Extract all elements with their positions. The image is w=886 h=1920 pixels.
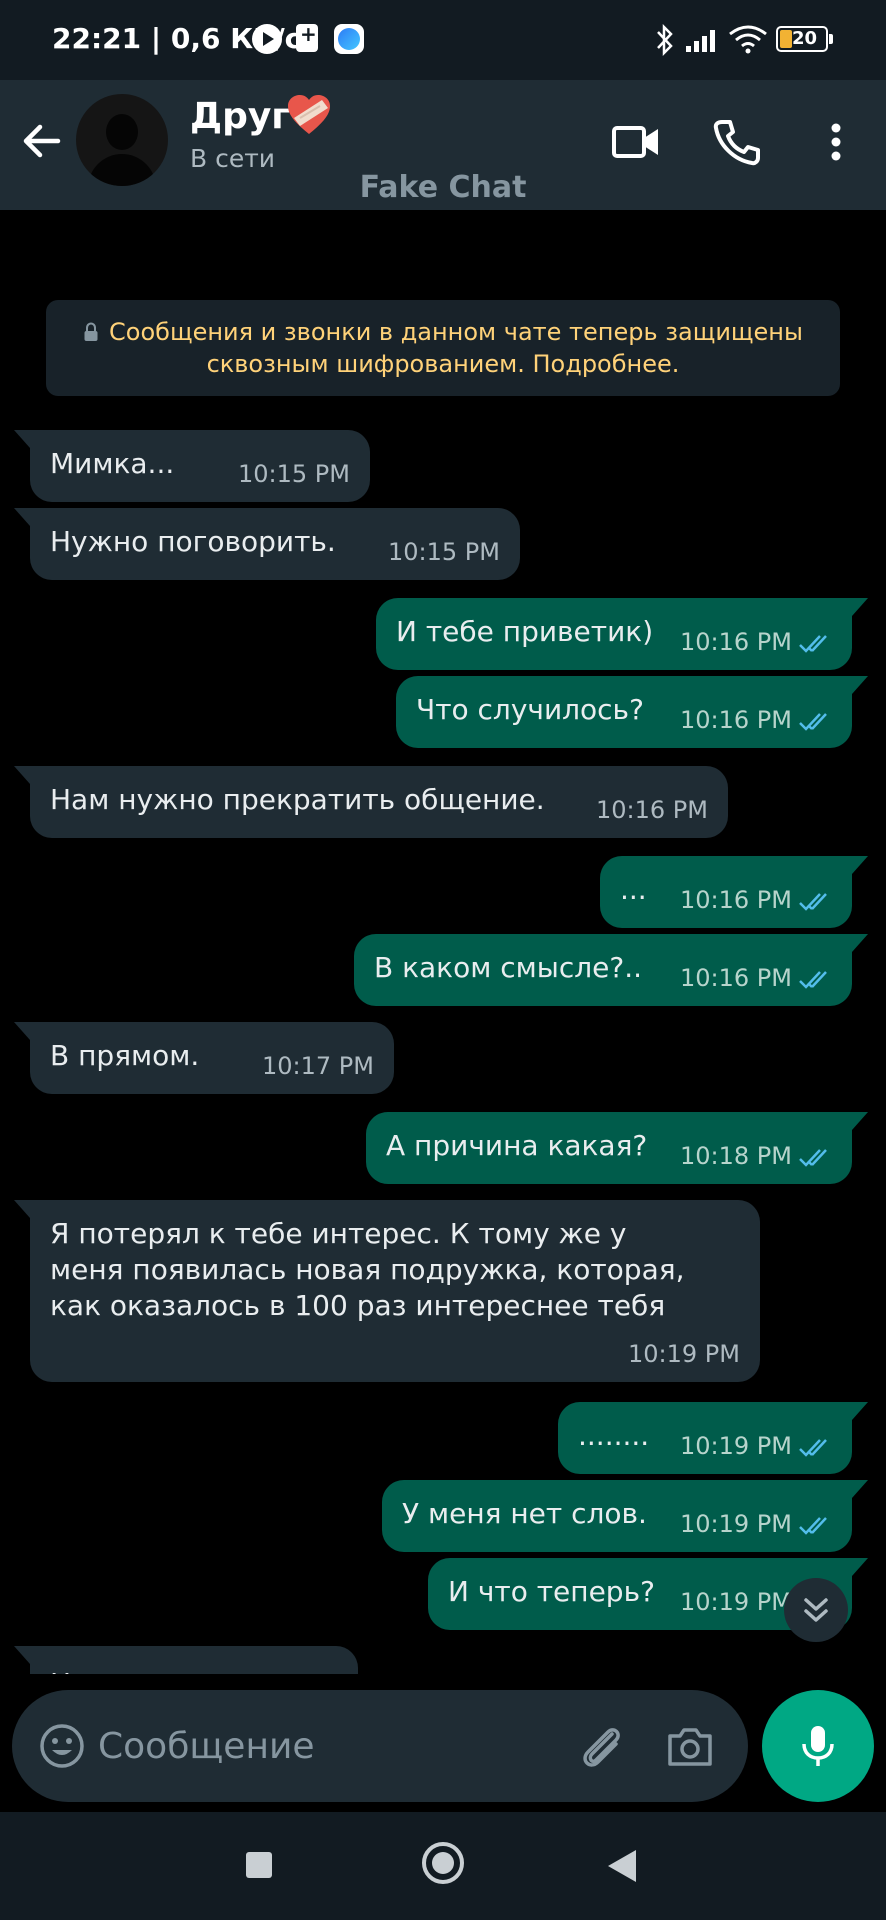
more-vert-icon[interactable] [808,114,864,170]
back-arrow-icon[interactable] [16,116,66,166]
message-time: 10:19 PM [680,1510,792,1538]
emoji-icon[interactable] [38,1722,86,1770]
read-ticks-icon [799,893,827,911]
watermark: Fake Chat [359,170,527,205]
message-time: 10:16 PM [680,886,792,914]
battery-icon: 20 [776,26,833,52]
message-bubble[interactable]: А причина какая? 10:18 PM [366,1112,868,1184]
message-bubble[interactable]: Что случилось? 10:16 PM [396,676,868,748]
message-text: Нужно поговорить. [50,525,336,558]
message-text: ... [620,873,647,906]
message-time: 10:17 PM [262,1052,374,1080]
message-bubble[interactable]: ........ 10:19 PM [558,1402,868,1474]
read-ticks-icon [799,1149,827,1167]
system-nav-bar [0,1812,886,1920]
message-text: В каком смысле?.. [374,951,643,984]
message-bubble[interactable]: Мимка... 10:15 PM [14,430,370,502]
app-icon [334,24,364,54]
status-bar: 22:21 | 0,6 КБ/с 20 [0,0,886,80]
phone-call-icon[interactable] [708,114,764,170]
message-bubble[interactable]: У меня нет слов. 10:19 PM [382,1480,868,1552]
read-ticks-icon [799,635,827,653]
notice-text-line2: сквозным шифрованием. Подробнее. [206,350,680,378]
message-time: 10:19 PM [680,1432,792,1460]
scroll-to-bottom-button[interactable] [784,1578,848,1642]
message-bubble[interactable]: Я потерял к тебе интерес. К тому же у ме… [14,1200,760,1382]
message-time: 10:16 PM [596,796,708,824]
message-text: Мимка... [50,447,175,480]
battery-level: 20 [792,28,818,49]
message-bubble[interactable]: В прямом. 10:17 PM [14,1022,394,1094]
play-icon [252,24,282,54]
message-time: 10:19 PM [680,1588,792,1616]
message-input-bar [12,1690,748,1802]
lock-icon [84,322,98,341]
message-bubble[interactable]: ... 10:16 PM [600,856,868,928]
sim-icon [296,22,318,52]
message-clip: Ничего [0,1640,886,1674]
contact-name[interactable]: Друг [190,96,290,137]
message-input[interactable] [98,1716,458,1776]
bandaged-heart-icon [288,95,330,134]
notice-text-line1: Сообщения и звонки в данном чате теперь … [109,318,803,346]
contact-status: В сети [190,144,276,173]
message-text: И тебе приветик) [396,615,654,648]
read-ticks-icon [799,1439,827,1457]
message-bubble[interactable]: Ничего [14,1646,358,1674]
message-time: 10:18 PM [680,1142,792,1170]
message-text: Я потерял к тебе интерес. К тому же у ме… [50,1217,685,1322]
signal-icon [686,30,715,52]
video-call-icon[interactable] [608,114,664,170]
voice-message-button[interactable] [762,1690,874,1802]
message-text: И что теперь? [448,1575,655,1608]
bluetooth-icon [657,24,673,56]
message-text: ........ [578,1419,650,1452]
encryption-notice[interactable]: Сообщения и звонки в данном чате теперь … [46,300,840,396]
message-time: 10:19 PM [628,1340,740,1368]
message-time: 10:15 PM [388,538,500,566]
nav-back-button[interactable] [608,1850,636,1882]
camera-icon[interactable] [664,1720,716,1772]
message-time: 10:16 PM [680,964,792,992]
message-text: Нам нужно прекратить общение. [50,783,545,816]
home-button[interactable] [422,1842,464,1884]
message-bubble[interactable]: В каком смысле?.. 10:16 PM [354,934,868,1006]
message-text: А причина какая? [386,1129,648,1162]
message-text: В прямом. [50,1039,200,1072]
wifi-icon [729,25,767,54]
message-text: Что случилось? [416,693,644,726]
message-text: У меня нет слов. [402,1497,647,1530]
recents-button[interactable] [246,1852,272,1878]
message-bubble[interactable]: Нам нужно прекратить общение. 10:16 PM [14,766,728,838]
message-time: 10:16 PM [680,706,792,734]
read-ticks-icon [799,1517,827,1535]
mic-icon [802,1726,834,1766]
message-bubble[interactable]: Нужно поговорить. 10:15 PM [14,508,520,580]
message-time: 10:15 PM [238,460,350,488]
message-bubble[interactable]: И тебе приветик) 10:16 PM [376,598,868,670]
double-chevron-down-icon [804,1598,828,1622]
read-ticks-icon [799,713,827,731]
message-text: Ничего [50,1666,155,1674]
attach-icon[interactable] [576,1720,628,1772]
message-time: 10:16 PM [680,628,792,656]
read-ticks-icon [799,971,827,989]
